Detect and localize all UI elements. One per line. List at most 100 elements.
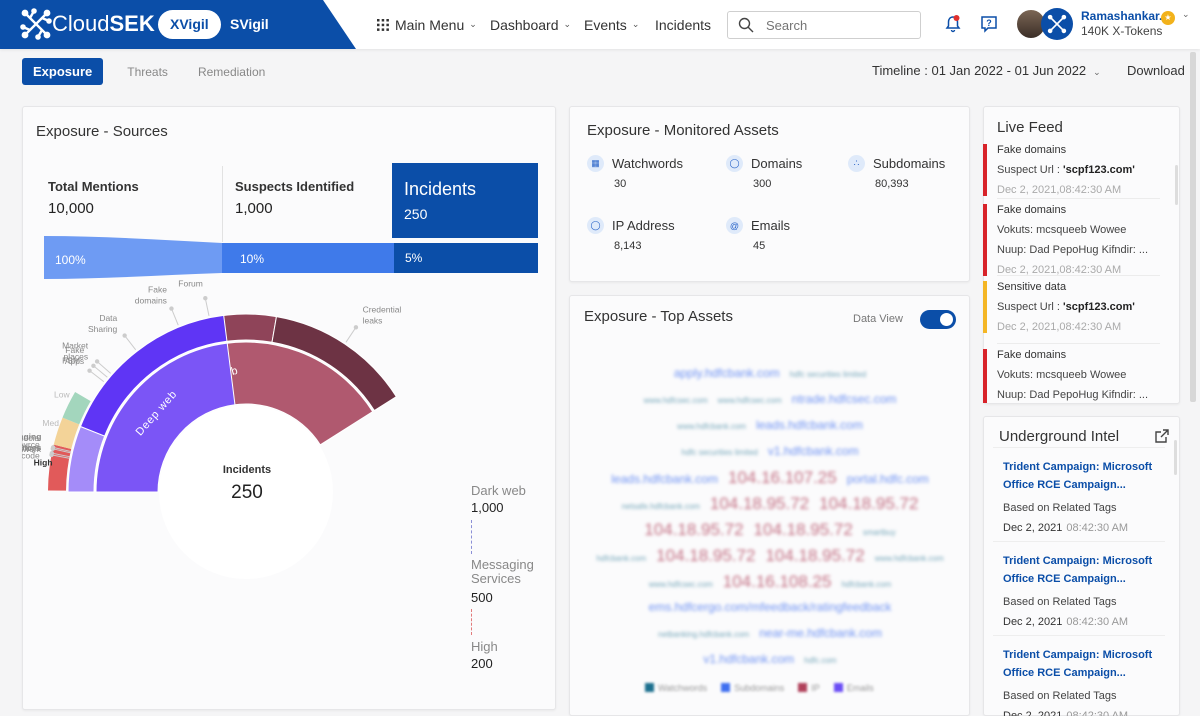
word-cloud-item[interactable]: netsafe.hdfcbank.com [622,502,700,511]
svg-text:?: ? [986,18,992,28]
org-avatar [1041,8,1073,40]
external-link-icon[interactable] [1155,429,1169,443]
search-input[interactable] [766,17,906,33]
product-tab-xvigil[interactable]: XVigil [158,10,221,39]
word-cloud-item[interactable]: hdfcbank.com [841,580,891,589]
nav-dashboard[interactable]: Dashboard ⌄ [490,0,571,49]
timeline-selector[interactable]: Timeline : 01 Jan 2022 - 01 Jun 2022 ⌄ [872,63,1101,78]
nav-incidents[interactable]: Incidents [655,0,711,49]
intel-item-tag: Based on Related Tags [1003,690,1117,702]
exposure-sources-title: Exposure - Sources [36,123,168,140]
feed-item-detail: Vokuts: mcsqueeb Wowee [997,369,1127,381]
word-cloud-item[interactable]: apply.hdfcbank.com [674,366,780,380]
product-tab-svigil[interactable]: SVigil [218,10,281,39]
word-cloud-item[interactable]: 104.16.107.25 [728,468,837,487]
word-cloud-item[interactable]: hdfc securities limited [790,370,866,379]
legend-item[interactable]: Emails [833,683,874,693]
intel-item-title[interactable]: Trident Campaign: Microsoft Office RCE C… [1003,458,1155,494]
word-cloud-item[interactable]: 104.18.95.72 [754,520,853,539]
legend-label: Subdomains [734,683,785,693]
intel-item-title[interactable]: Trident Campaign: Microsoft Office RCE C… [1003,646,1155,682]
word-cloud-item[interactable]: www.hdfcsec.com [644,396,708,405]
intel-item-title[interactable]: Trident Campaign: Microsoft Office RCE C… [1003,552,1155,588]
word-cloud-item[interactable]: 104.18.95.72 [765,546,864,565]
page-scrollbar[interactable] [1190,52,1196,402]
word-cloud-item[interactable]: hdfcbank.com [596,554,646,563]
nav-events[interactable]: Events ⌄ [584,0,639,49]
word-cloud-row: ems.hdfcergo.com/mfeedback/ratingfeedbac… [585,598,955,616]
legend-item[interactable]: Subdomains [721,683,784,693]
outer-segment-label: Forum [178,280,203,288]
help-button[interactable]: ? [979,14,999,34]
legend-item[interactable]: IP [798,683,820,693]
word-cloud-item[interactable]: ems.hdfcergo.com/mfeedback/ratingfeedbac… [649,600,892,614]
grid-icon [377,18,389,31]
funnel-total-label: Total Mentions [48,179,139,194]
word-cloud-item[interactable]: hdfc securities limited [681,448,757,457]
data-view-toggle[interactable] [920,310,956,329]
legend-swatch [798,683,808,692]
asset-emails[interactable]: @ Emails 45 [726,217,790,252]
cloudsek-logo[interactable]: Cloud SEK [20,8,155,40]
word-cloud-item[interactable]: leads.hdfcbank.com [756,418,863,432]
intel-item[interactable]: Trident Campaign: Microsoft Office RCE C… [993,541,1165,638]
outer-segment-label: Credential leaks [363,304,402,325]
label-leader-line [345,327,357,343]
tab-remediation[interactable]: Remediation [198,65,265,79]
word-cloud-item[interactable]: v1.hdfcbank.com [768,444,859,458]
live-feed-item[interactable]: Fake domains Vokuts: mcsqueeb Wowee Nuup: … [983,349,1161,403]
user-menu[interactable]: Ramashankar... 140K X-Tokens [1015,8,1169,40]
asset-value: 300 [753,178,772,190]
intel-item-time: 08:42:30 AM [1066,616,1129,628]
funnel-incidents-box[interactable]: Incidents 250 [392,163,538,238]
word-cloud-item[interactable]: ntrade.hdfcsec.com [792,392,897,406]
severity-label: Med [42,418,59,428]
word-cloud-item[interactable]: 104.18.95.72 [656,546,755,565]
nav-events-label: Events [584,16,627,33]
word-cloud-item[interactable]: v1.hdfcbank.com [703,652,794,666]
download-button[interactable]: Download [1127,63,1185,78]
search-box[interactable] [727,11,921,39]
word-cloud-item[interactable]: hdfc.com [804,656,836,665]
live-feed-scrollbar[interactable] [1175,165,1178,205]
chevron-down-icon: ⌄ [631,19,640,29]
asset-ip-address[interactable]: ◯ IP Address 8,143 [587,217,675,252]
word-cloud-item[interactable]: 104.16.108.25 [723,572,832,591]
live-feed-item[interactable]: Fake domains Suspect Url : 'scpf123.com' D… [983,144,1161,196]
word-cloud-row: 104.18.95.72 104.18.95.72 smartbuy [585,520,955,540]
funnel-suspects-label: Suspects Identified [235,179,355,194]
intel-item[interactable]: Trident Campaign: Microsoft Office RCE C… [993,447,1165,544]
feed-item-detail: Suspect Url : 'scpf123.com' [997,164,1135,176]
logo-text-sek: SEK [109,11,155,36]
word-cloud-item[interactable]: www.hdfcbank.com [875,554,944,563]
word-cloud-item[interactable]: 104.18.95.72 [710,494,809,513]
word-cloud-item[interactable]: 104.18.95.72 [819,494,918,513]
nav-main-menu[interactable]: Main Menu ⌄ [377,0,477,49]
word-cloud-item[interactable]: www.hdfcsec.com [649,580,713,589]
word-cloud-item[interactable]: www.hdfcbank.com [677,422,746,431]
word-cloud-item[interactable]: near-me.hdfcbank.com [759,626,882,640]
feed-item-type: Fake domains [997,144,1067,156]
word-cloud-row: netsafe.hdfcbank.com 104.18.95.72 104.18.9… [585,494,955,514]
asset-domains[interactable]: ◯ Domains 300 [726,155,802,190]
data-view-label: Data View [853,313,903,325]
legend-item[interactable]: Watchwords [645,683,707,693]
word-cloud-item[interactable]: smartbuy [863,528,896,537]
word-cloud-item[interactable]: netbanking.hdfcbank.com [658,630,749,639]
live-feed-item[interactable]: Sensitive data Suspect Url : 'scpf123.com… [983,281,1161,333]
intel-item[interactable]: Trident Campaign: Microsoft Office RCE C… [993,635,1165,716]
asset-subdomains[interactable]: ∴ Subdomains 80,393 [848,155,945,190]
notifications-button[interactable] [943,14,963,34]
tab-exposure[interactable]: Exposure [22,58,104,85]
word-cloud-item[interactable]: 104.18.95.72 [644,520,743,539]
intel-scrollbar[interactable] [1174,440,1177,475]
tab-threats[interactable]: Threats [127,65,168,79]
asset-watchwords[interactable]: ▦ Watchwords 30 [587,155,683,190]
live-feed-item[interactable]: Fake domains Vokuts: mcsqueeb Wowee Nuup: … [983,204,1161,276]
word-cloud-item[interactable]: portal.hdfc.com [847,472,929,486]
feed-item-detail: Suspect Url : 'scpf123.com' [997,301,1135,313]
chevron-down-icon[interactable]: ⌄ [1182,9,1190,20]
label-leader-line [204,298,210,316]
word-cloud-item[interactable]: leads.hdfcbank.com [611,472,718,486]
word-cloud-item[interactable]: www.hdfcsec.com [718,396,782,405]
